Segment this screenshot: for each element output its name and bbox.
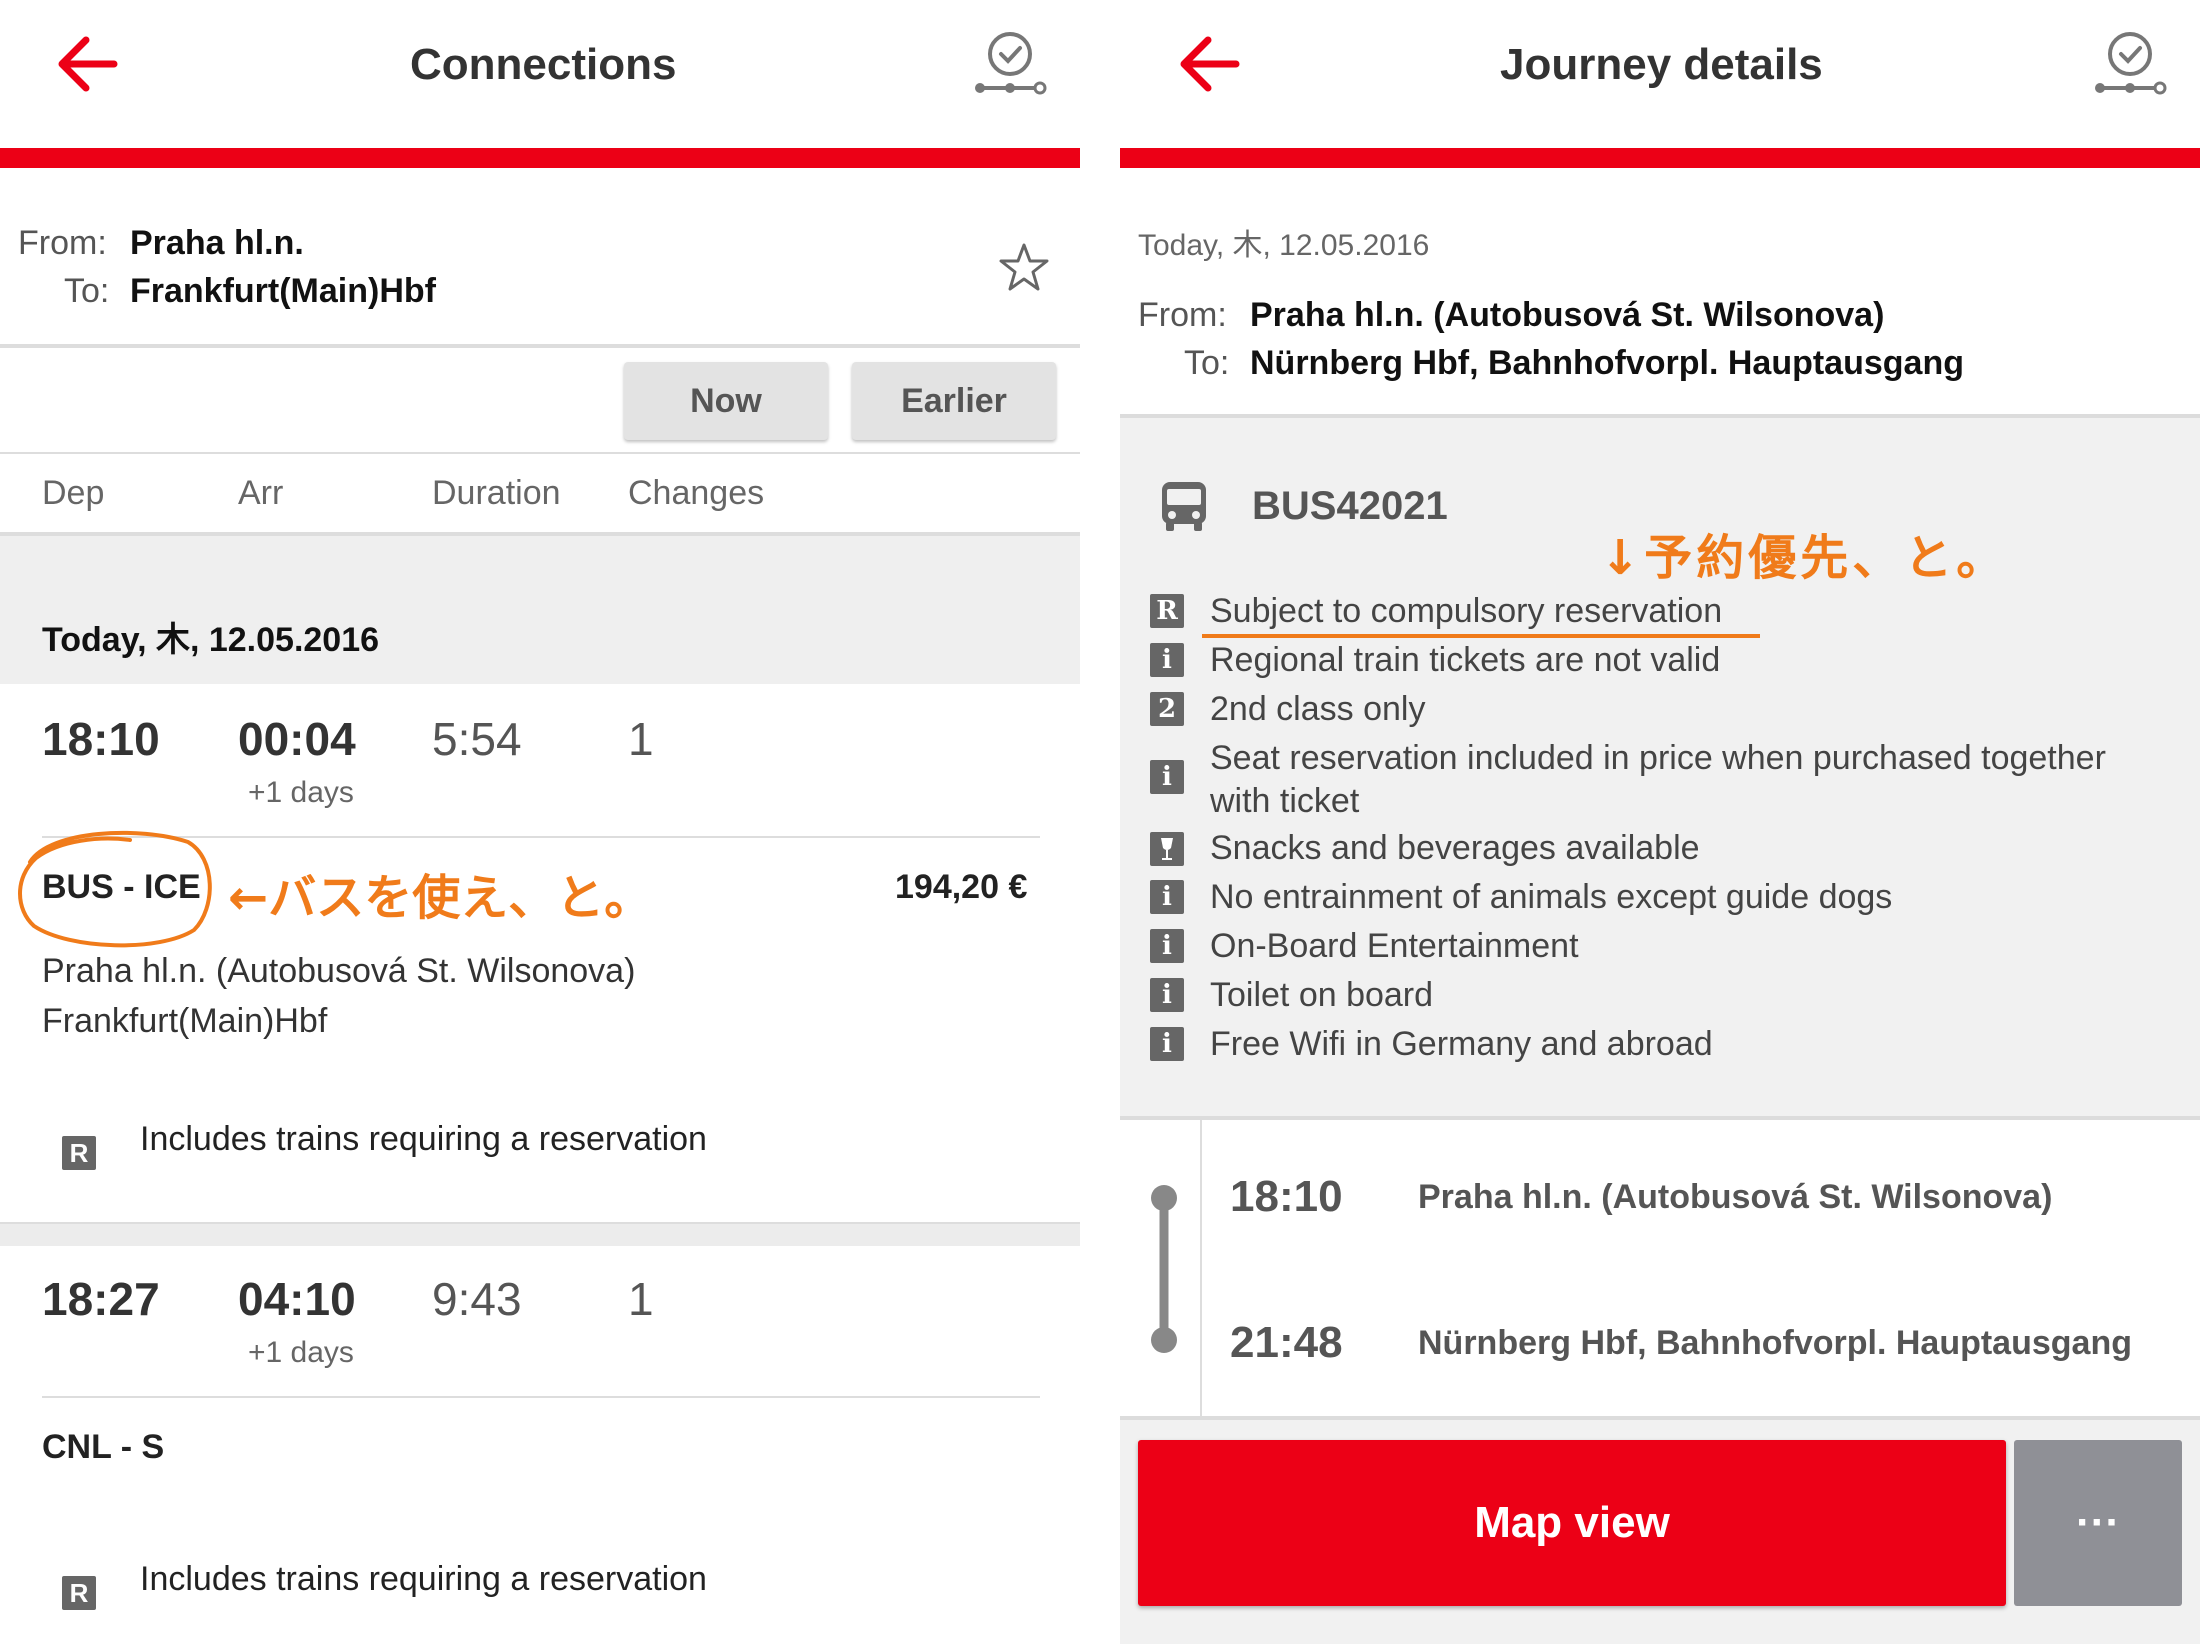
duration: 5:54 — [432, 713, 522, 765]
column-header-duration[interactable]: Duration — [432, 474, 561, 513]
info-icon: i — [1150, 929, 1184, 963]
snacks-icon — [1150, 832, 1184, 866]
page-title: Journey details — [1500, 40, 1823, 89]
route-line-icon — [1151, 1185, 1177, 1353]
stop-name[interactable]: Praha hl.n. (Autobusová St. Wilsonova) — [1418, 1178, 2052, 1217]
stop-name[interactable]: Nürnberg Hbf, Bahnhofvorpl. Hauptausgang — [1418, 1324, 2132, 1363]
journey-date: Today, 木, 12.05.2016 — [1138, 229, 1430, 262]
divider — [0, 452, 1080, 454]
info-icon: i — [1150, 880, 1184, 914]
products-label: CNL - S — [42, 1428, 165, 1466]
attribute-toilet: Toilet on board — [1210, 976, 1434, 1014]
column-header-changes[interactable]: Changes — [628, 474, 764, 513]
info-icon: i — [1150, 643, 1184, 677]
app-bar: Connections — [0, 0, 1080, 148]
panel-gap — [1080, 0, 1120, 1644]
route-stop-origin: Praha hl.n. (Autobusová St. Wilsonova) — [42, 952, 636, 990]
vehicle-name: BUS42021 — [1252, 484, 1448, 528]
map-view-button[interactable]: Map view — [1138, 1440, 2006, 1606]
from-label: From: — [18, 224, 107, 262]
arrival-time: 04:10 — [238, 1273, 356, 1325]
attribute-wifi: Free Wifi in Germany and abroad — [1210, 1025, 1713, 1063]
divider — [0, 344, 1080, 348]
journey-details-screen: Journey details Today, 木, 12.05.2016 Fro… — [1120, 0, 2200, 1644]
to-station: Nürnberg Hbf, Bahnhofvorpl. Hauptausgang — [1250, 344, 1964, 382]
connection-card[interactable]: 18:27 04:10 +1 days 9:43 1 CNL - S R Inc… — [0, 1246, 1080, 1644]
date-header: Today, 木, 12.05.2016 — [0, 532, 1080, 686]
more-options-button[interactable]: ··· — [2014, 1440, 2182, 1606]
hand-drawn-circle-annotation — [18, 830, 212, 948]
from-station: Praha hl.n. (Autobusová St. Wilsonova) — [1250, 296, 1885, 334]
attribute-regional-tickets: Regional train tickets are not valid — [1210, 641, 1721, 679]
departure-time: 18:27 — [42, 1273, 160, 1325]
brand-stripe — [1120, 148, 2200, 168]
attribute-second-class: 2nd class only — [1210, 690, 1426, 728]
timetable-clock-icon[interactable] — [2090, 28, 2170, 100]
column-header-dep[interactable]: Dep — [42, 474, 104, 513]
back-arrow-icon[interactable] — [52, 32, 122, 96]
card-separator — [0, 1222, 1080, 1248]
changes-count: 1 — [628, 1273, 654, 1325]
reservation-note: Includes trains requiring a reservation — [140, 1560, 707, 1598]
info-icon: i — [1150, 1027, 1184, 1061]
divider — [42, 1396, 1040, 1398]
attribute-snacks: Snacks and beverages available — [1210, 829, 1700, 867]
plus-days: +1 days — [248, 1336, 354, 1369]
from-station: Praha hl.n. — [130, 224, 304, 262]
annotation-reservation-priority: ↓予約優先、と。 — [1600, 530, 2009, 586]
journey-header: Today, 木, 12.05.2016 From: Praha hl.n. (… — [1120, 168, 2200, 416]
bus-icon — [1162, 482, 1206, 531]
connection-card[interactable]: 18:10 00:04 +1 days 5:54 1 BUS - ICE ←バス… — [0, 684, 1080, 1224]
info-icon: i — [1150, 978, 1184, 1012]
earlier-button[interactable]: Earlier — [852, 362, 1056, 440]
reservation-r-icon: R — [1150, 594, 1184, 628]
reservation-r-icon: R — [62, 1136, 96, 1170]
info-icon: i — [1150, 760, 1184, 794]
attribute-animals: No entrainment of animals except guide d… — [1210, 878, 1893, 916]
price: 194,20 € — [895, 868, 1028, 906]
second-class-icon: 2 — [1150, 692, 1184, 726]
plus-days: +1 days — [248, 776, 354, 809]
attribute-compulsory-reservation: Subject to compulsory reservation — [1210, 592, 1723, 630]
page-title: Connections — [410, 40, 677, 89]
reservation-note: Includes trains requiring a reservation — [140, 1120, 707, 1158]
annotation-underline — [1202, 634, 1760, 638]
app-bar: Journey details — [1120, 0, 2200, 148]
column-header-arr[interactable]: Arr — [238, 474, 283, 513]
stop-time: 18:10 — [1230, 1172, 1343, 1221]
timetable-clock-icon[interactable] — [970, 28, 1050, 100]
from-label: From: — [1138, 296, 1227, 334]
departure-time: 18:10 — [42, 713, 160, 765]
brand-stripe — [0, 148, 1080, 168]
timeline-divider — [1200, 1120, 1202, 1416]
reservation-r-icon: R — [62, 1576, 96, 1610]
connections-screen: Connections From: Praha hl.n. To: Frankf… — [0, 0, 1080, 1644]
attribute-seat-reservation-cont: with ticket — [1210, 782, 1360, 820]
annotation-use-bus: ←バスを使え、と。 — [228, 870, 653, 926]
to-label: To: — [1184, 344, 1230, 382]
attribute-seat-reservation: Seat reservation included in price when … — [1210, 739, 2106, 777]
divider — [1120, 414, 2200, 418]
now-button[interactable]: Now — [624, 362, 828, 440]
attribute-entertainment: On-Board Entertainment — [1210, 927, 1579, 965]
changes-count: 1 — [628, 713, 654, 765]
stop-time: 21:48 — [1230, 1318, 1343, 1367]
stops-section: 18:10 Praha hl.n. (Autobusová St. Wilson… — [1120, 1116, 2200, 1420]
duration: 9:43 — [432, 1273, 522, 1325]
favorite-star-icon[interactable] — [998, 242, 1050, 292]
back-arrow-icon[interactable] — [1174, 32, 1244, 96]
to-label: To: — [64, 272, 110, 310]
date-header-text: Today, 木, 12.05.2016 — [42, 621, 380, 659]
to-station: Frankfurt(Main)Hbf — [130, 272, 436, 310]
route-stop-destination: Frankfurt(Main)Hbf — [42, 1002, 328, 1040]
arrival-time: 00:04 — [238, 713, 356, 765]
